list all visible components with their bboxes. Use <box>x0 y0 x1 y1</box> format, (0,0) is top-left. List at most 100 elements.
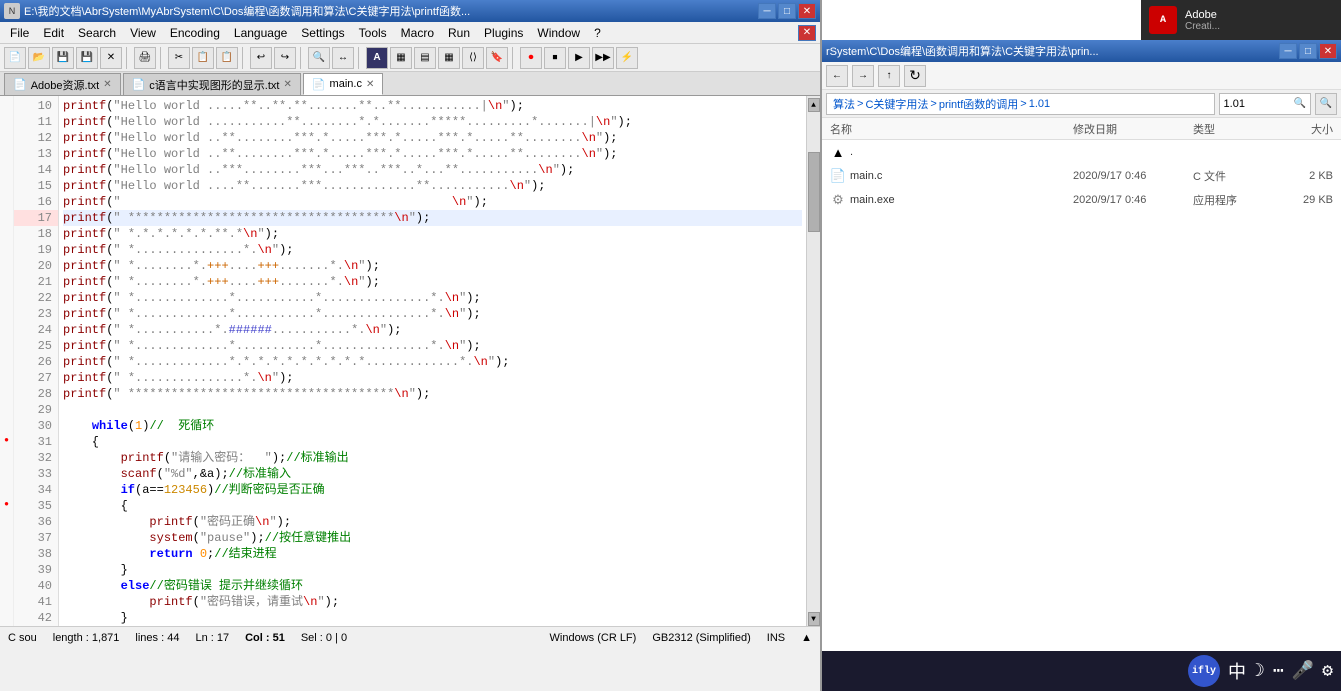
scroll-up-button[interactable]: ▲ <box>808 98 820 112</box>
code-line-30: while(1)// 死循环 <box>63 418 802 434</box>
fe-minimize[interactable]: ─ <box>1279 43 1297 59</box>
status-sel: Sel : 0 | 0 <box>301 632 347 644</box>
minimize-button[interactable]: ─ <box>758 3 776 19</box>
file-list: ▲ . 📄 main.c 2020/9/17 0:46 C 文件 2 KB ⚙ … <box>822 140 1341 212</box>
menu-file[interactable]: File <box>4 24 35 42</box>
menu-tools[interactable]: Tools <box>353 24 393 42</box>
file-exe-icon: ⚙ <box>830 192 846 208</box>
breadcrumb-part-2[interactable]: printf函数的调用 <box>939 96 1018 112</box>
col-size[interactable]: 大小 <box>1273 121 1333 137</box>
breadcrumb-part-1[interactable]: C关键字用法 <box>865 96 928 112</box>
line-num-32: 32 <box>14 450 58 466</box>
play-button[interactable]: ▶ <box>568 47 590 69</box>
code-line-24: printf(" *...........*.######...........… <box>63 322 802 338</box>
ifly-chinese-btn[interactable]: 中 <box>1228 658 1246 684</box>
search-button[interactable]: 🔍 <box>1315 93 1337 115</box>
fe-forward[interactable]: → <box>852 65 874 87</box>
col-name[interactable]: 名称 <box>830 121 1073 137</box>
open-button[interactable]: 📂 <box>28 47 50 69</box>
find-button[interactable]: 🔍 <box>308 47 330 69</box>
file-exe-name: main.exe <box>850 194 1073 206</box>
code-line-16: printf(" \n"); <box>63 194 802 210</box>
menu-macro[interactable]: Macro <box>395 24 440 42</box>
new-button[interactable]: 📄 <box>4 47 26 69</box>
gutter-mark-27 <box>0 368 13 384</box>
scroll-down-button[interactable]: ▼ <box>808 612 820 626</box>
gutter-mark-25 <box>0 336 13 352</box>
toolbar-btn-6[interactable]: ▦ <box>390 47 412 69</box>
menu-search[interactable]: Search <box>72 24 122 42</box>
maximize-button[interactable]: □ <box>778 3 796 19</box>
editor-close-button[interactable]: ✕ <box>798 25 816 41</box>
toolbar: 📄 📂 💾 💾 ✕ 🖨 ✂ 📋 📋 ↩ ↪ 🔍 ↔ A ▦ ▤ ▦ ⟨⟩ 🔖 <box>0 44 820 72</box>
record-button[interactable]: ⏺ <box>520 47 542 69</box>
code-line-39: } <box>63 562 802 578</box>
menu-help[interactable]: ? <box>588 24 607 42</box>
fe-back[interactable]: ← <box>826 65 848 87</box>
tab-graphics[interactable]: 📄 c语言中实现图形的显示.txt ✕ <box>123 73 301 95</box>
ifly-moon-btn[interactable]: ☽ <box>1254 660 1265 682</box>
tab-close-2[interactable]: ✕ <box>366 79 374 90</box>
search-box[interactable]: 🔍 <box>1219 93 1311 115</box>
menu-settings[interactable]: Settings <box>295 24 350 42</box>
save-all-button[interactable]: 💾 <box>76 47 98 69</box>
paste-button[interactable]: 📋 <box>216 47 238 69</box>
tab-close-1[interactable]: ✕ <box>283 79 291 90</box>
copy-button[interactable]: 📋 <box>192 47 214 69</box>
code-editor[interactable]: printf("Hello world .....**..**.**......… <box>59 96 806 626</box>
menu-plugins[interactable]: Plugins <box>478 24 529 42</box>
menu-edit[interactable]: Edit <box>37 24 70 42</box>
stop-button[interactable]: ⏹ <box>544 47 566 69</box>
list-item[interactable]: 📄 main.c 2020/9/17 0:46 C 文件 2 KB <box>822 164 1341 188</box>
tab-close-0[interactable]: ✕ <box>103 79 111 90</box>
menu-language[interactable]: Language <box>228 24 293 42</box>
toolbar-btn-10[interactable]: 🔖 <box>486 47 508 69</box>
menu-run[interactable]: Run <box>442 24 476 42</box>
toolbar-btn-11[interactable]: ⚡ <box>616 47 638 69</box>
menu-encoding[interactable]: Encoding <box>164 24 226 42</box>
ifly-mic-btn[interactable]: 🎤 <box>1292 660 1314 682</box>
fe-up-dir[interactable]: ▲ . <box>822 140 1341 164</box>
toolbar-btn-7[interactable]: ▤ <box>414 47 436 69</box>
ifly-settings-btn[interactable]: ⚙ <box>1322 660 1333 682</box>
fe-close[interactable]: ✕ <box>1319 43 1337 59</box>
col-type[interactable]: 类型 <box>1193 121 1273 137</box>
ifly-dots-btn[interactable]: ⋯ <box>1273 660 1284 682</box>
menu-view[interactable]: View <box>124 24 162 42</box>
gutter-mark-36 <box>0 512 13 528</box>
menu-window[interactable]: Window <box>531 24 586 42</box>
col-date[interactable]: 修改日期 <box>1073 121 1193 137</box>
cut-button[interactable]: ✂ <box>168 47 190 69</box>
breadcrumb[interactable]: 算法 > C关键字用法 > printf函数的调用 > 1.01 <box>826 93 1215 115</box>
tab-adobe[interactable]: 📄 Adobe资源.txt ✕ <box>4 73 121 95</box>
undo-button[interactable]: ↩ <box>250 47 272 69</box>
fe-up[interactable]: ↑ <box>878 65 900 87</box>
toolbar-btn-9[interactable]: ⟨⟩ <box>462 47 484 69</box>
close-button2[interactable]: ✕ <box>100 47 122 69</box>
toolbar-btn-8[interactable]: ▦ <box>438 47 460 69</box>
fe-maximize[interactable]: □ <box>1299 43 1317 59</box>
gutter-mark-23 <box>0 304 13 320</box>
code-line-23: printf(" *.............*...........*....… <box>63 306 802 322</box>
print-button[interactable]: 🖨 <box>134 47 156 69</box>
code-line-19: printf(" *...............*.\n"); <box>63 242 802 258</box>
line-num-27: 27 <box>14 370 58 386</box>
replace-button[interactable]: ↔ <box>332 47 354 69</box>
vertical-scrollbar[interactable]: ▲ ▼ <box>806 96 820 626</box>
line-num-17: 17 <box>14 210 58 226</box>
breadcrumb-part-0[interactable]: 算法 <box>833 96 855 112</box>
search-input[interactable] <box>1224 98 1294 110</box>
list-item[interactable]: ⚙ main.exe 2020/9/17 0:46 应用程序 29 KB <box>822 188 1341 212</box>
scroll-thumb[interactable] <box>808 152 820 232</box>
close-button[interactable]: ✕ <box>798 3 816 19</box>
breadcrumb-part-3[interactable]: 1.01 <box>1029 98 1050 110</box>
fe-refresh[interactable]: ↻ <box>904 65 926 87</box>
run-macro-button[interactable]: ▶▶ <box>592 47 614 69</box>
redo-button[interactable]: ↪ <box>274 47 296 69</box>
save-button[interactable]: 💾 <box>52 47 74 69</box>
zoom-in-button[interactable]: A <box>366 47 388 69</box>
line-num-26: 26 <box>14 354 58 370</box>
line-num-13: 13 <box>14 146 58 162</box>
code-line-32: printf("请输入密码： ");//标准输出 <box>63 450 802 466</box>
tab-main[interactable]: 📄 main.c ✕ <box>303 73 384 95</box>
